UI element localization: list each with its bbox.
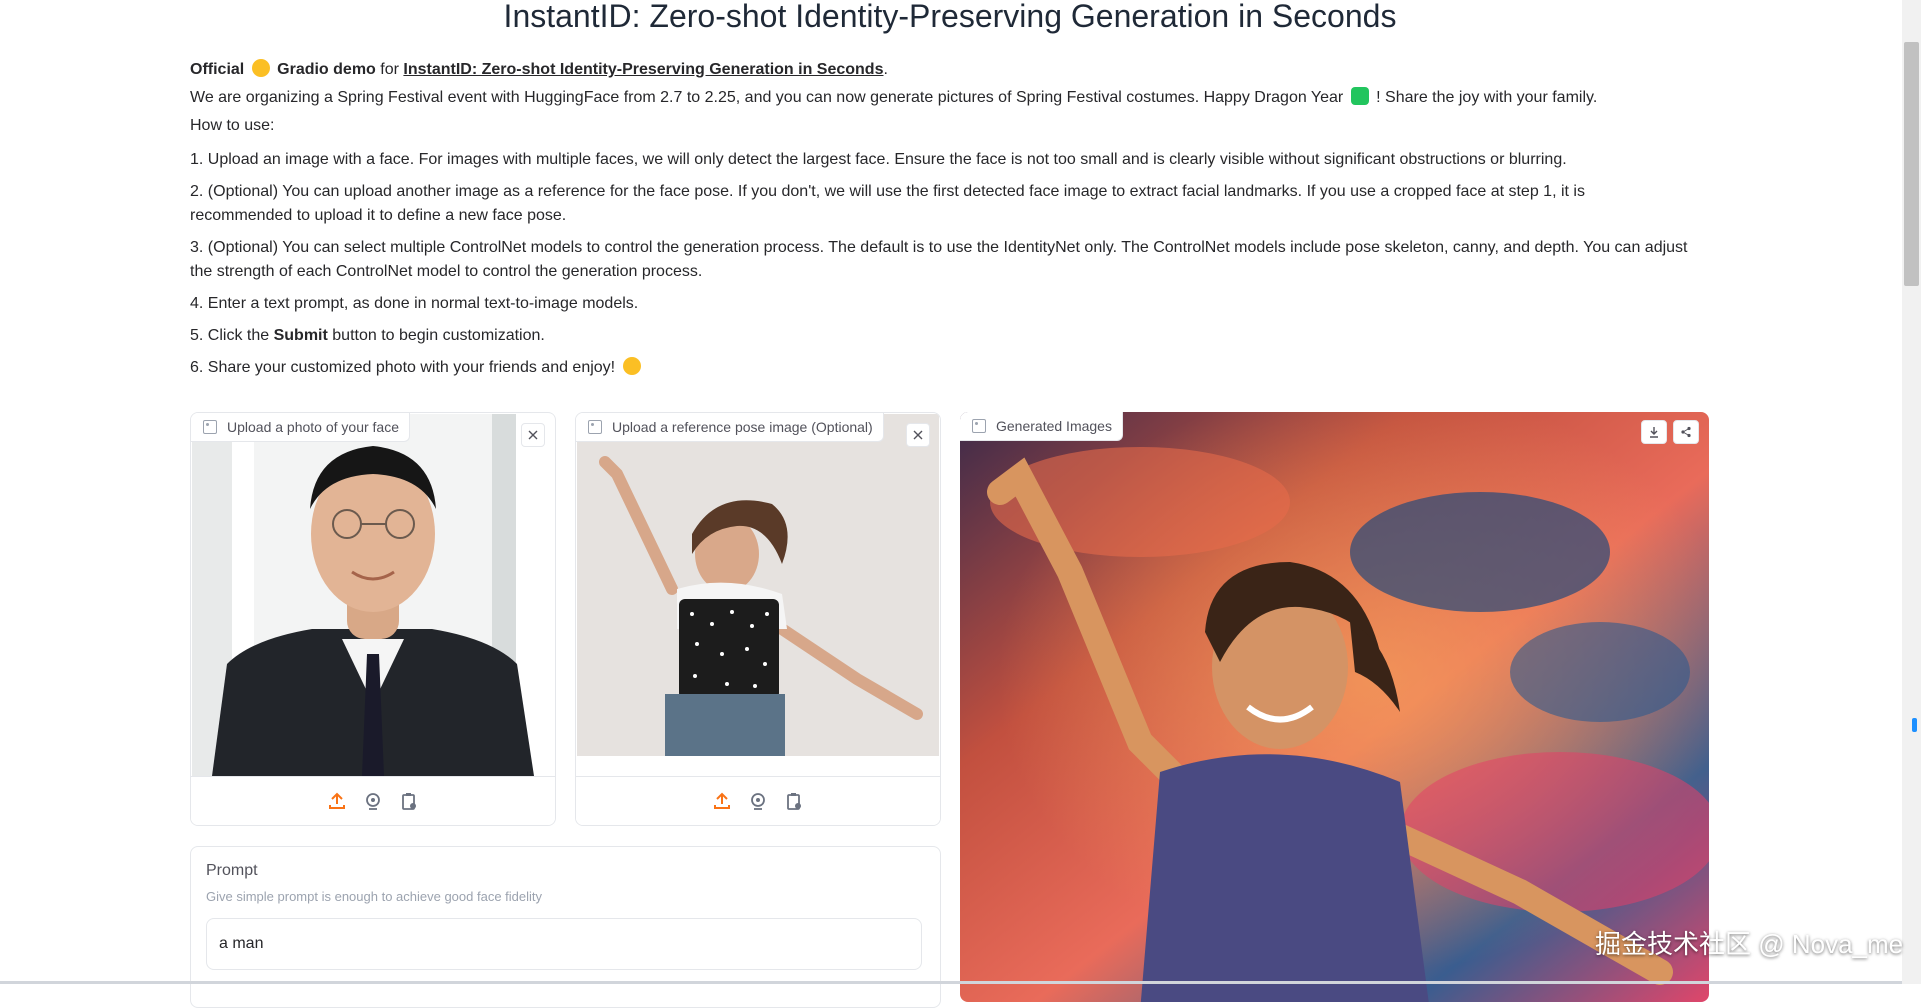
step-6: 6. Share your customized photo with your… (190, 356, 1690, 380)
festival-line: We are organizing a Spring Festival even… (190, 86, 1690, 110)
step-3: 3. (Optional) You can select multiple Co… (190, 239, 1688, 280)
webcam-icon (751, 793, 765, 810)
step-5-suffix: button to begin customization. (332, 327, 545, 344)
clipboard-button[interactable] (397, 789, 421, 813)
clipboard-button[interactable] (782, 789, 806, 813)
image-icon (972, 419, 986, 433)
step-5: 5. Click the Submit button to begin cust… (190, 324, 1690, 348)
close-icon (528, 430, 538, 440)
face-upload-toolbar (191, 776, 555, 825)
webcam-button[interactable] (361, 789, 385, 813)
image-icon (203, 420, 217, 434)
webcam-icon (366, 793, 380, 810)
prompt-input[interactable] (206, 918, 922, 970)
webcam-button[interactable] (746, 789, 770, 813)
prompt-label: Prompt (206, 862, 258, 879)
pose-photo-image (577, 414, 939, 756)
pose-upload-label: Upload a reference pose image (Optional) (612, 419, 873, 435)
step-6-text: 6. Share your customized photo with your… (190, 359, 616, 376)
step-1: 1. Upload an image with a face. For imag… (190, 151, 1567, 168)
for-text: for (380, 61, 399, 78)
watermark: 掘金技术社区 @ Nova_me (1595, 929, 1904, 959)
step-4: 4. Enter a text prompt, as done in norma… (190, 295, 639, 312)
step-5-prefix: 5. Click the (190, 327, 270, 344)
gradio-demo-label: Gradio demo (277, 61, 376, 78)
clear-pose-button[interactable] (906, 423, 930, 447)
step-2: 2. (Optional) You can upload another ima… (190, 183, 1585, 224)
upload-icon (714, 792, 730, 809)
period: . (883, 61, 888, 78)
share-icon (1681, 426, 1691, 438)
pose-upload-label-tag: Upload a reference pose image (Optional) (576, 413, 884, 442)
official-label: Official (190, 61, 245, 78)
share-button[interactable] (1673, 420, 1699, 444)
smile-emoji-icon (622, 357, 641, 375)
how-to-use-heading: How to use: (190, 117, 275, 134)
output-label: Generated Images (996, 418, 1112, 434)
clipboard-icon (787, 793, 801, 810)
page-title: InstantID: Zero-shot Identity-Preserving… (503, 0, 1397, 34)
intro-official-line: Official Gradio demo for InstantID: Zero… (190, 58, 1690, 82)
output-actions (1641, 420, 1699, 444)
clipboard-icon (402, 793, 416, 810)
hugging-face-emoji-icon (251, 59, 270, 77)
close-icon (913, 430, 923, 440)
upload-button[interactable] (325, 789, 349, 813)
paper-link[interactable]: InstantID: Zero-shot Identity-Preserving… (403, 61, 883, 78)
generated-image (960, 412, 1709, 1002)
upload-icon (329, 792, 345, 809)
pose-photo (577, 414, 939, 756)
output-label-tag: Generated Images (960, 412, 1123, 441)
face-photo (192, 414, 554, 776)
festival-tail: ! Share the joy with your family. (1376, 89, 1598, 106)
dragon-emoji-icon (1350, 87, 1369, 105)
clear-face-button[interactable] (521, 423, 545, 447)
face-image-upload[interactable]: Upload a photo of your face (190, 412, 556, 826)
upload-button[interactable] (710, 789, 734, 813)
intro-markdown: Official Gradio demo for InstantID: Zero… (190, 58, 1690, 388)
scroll-marker (1912, 718, 1917, 732)
prompt-info: Give simple prompt is enough to achieve … (206, 889, 543, 904)
step-5-submit-word: Submit (273, 327, 328, 344)
image-icon (588, 420, 602, 434)
face-upload-label: Upload a photo of your face (227, 419, 400, 435)
download-button[interactable] (1641, 420, 1667, 444)
generated-image-output: Generated Images (960, 412, 1709, 1002)
face-upload-label-tag: Upload a photo of your face (191, 413, 411, 442)
pose-image-upload[interactable]: Upload a reference pose image (Optional) (575, 412, 941, 826)
page-scrollbar[interactable] (1902, 0, 1921, 984)
face-photo-image (192, 414, 554, 776)
festival-text: We are organizing a Spring Festival even… (190, 89, 1344, 106)
scrollbar-thumb[interactable] (1904, 42, 1919, 286)
pose-upload-toolbar (576, 776, 940, 825)
download-icon (1650, 427, 1658, 438)
